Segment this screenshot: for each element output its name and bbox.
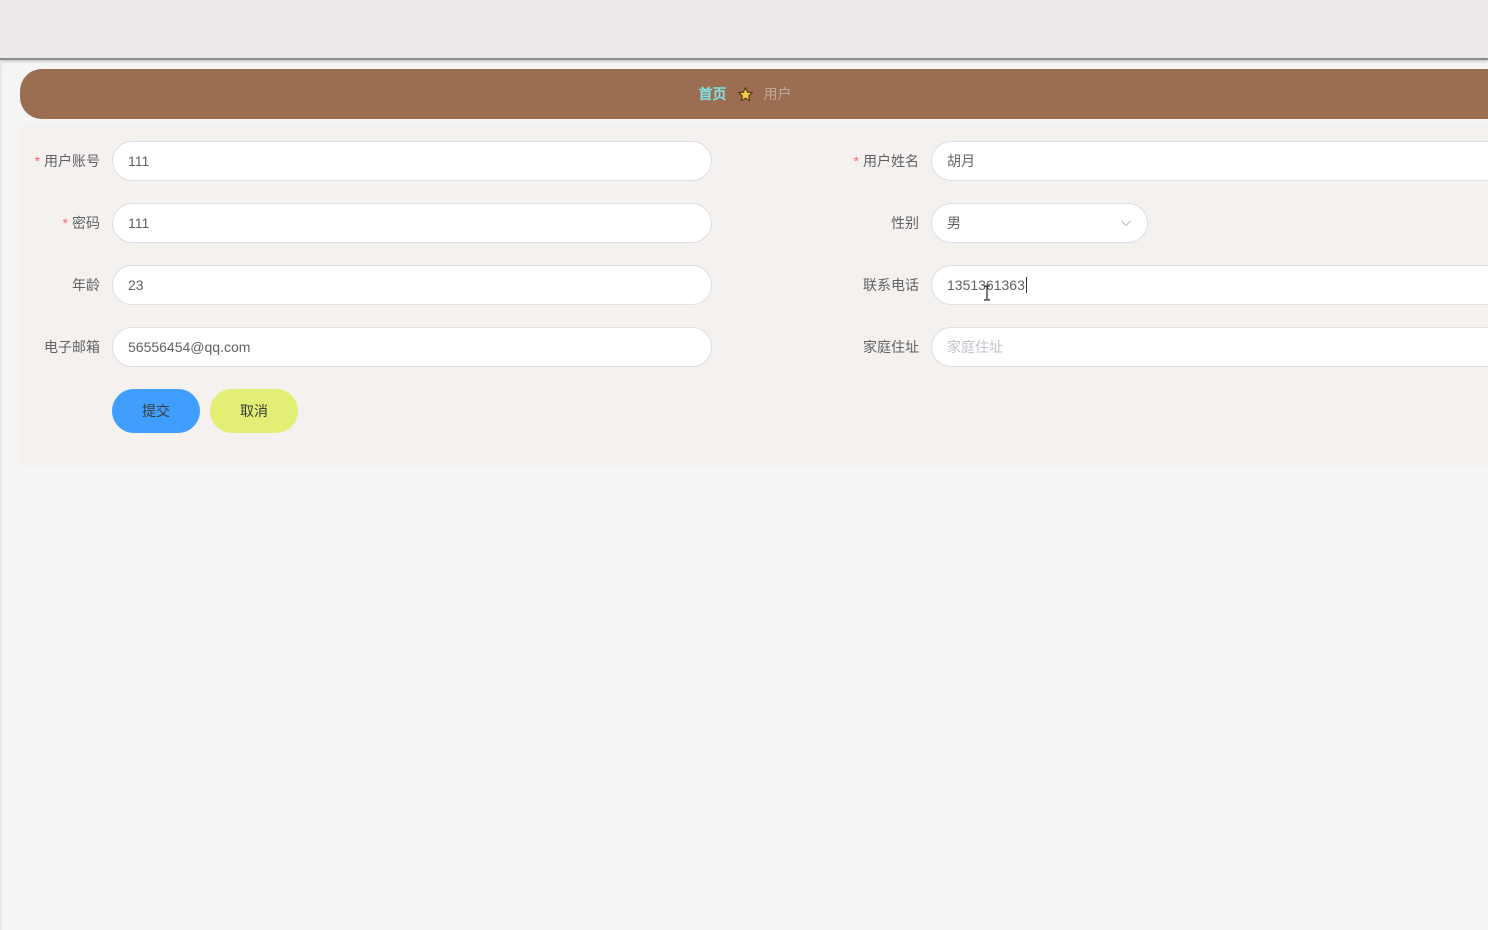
text-cursor-icon: [984, 285, 990, 301]
user-form: * 用户账号 111 * 用户姓名 胡月 * 密码 111 性别 男 年龄 23 联系…: [20, 124, 1488, 467]
gender-label: 性别: [891, 215, 919, 231]
email-input[interactable]: 56556454@qq.com: [112, 327, 712, 367]
required-mark: *: [62, 215, 68, 231]
form-row-name: * 用户姓名 胡月: [820, 141, 1488, 181]
password-label-text: 密码: [72, 215, 100, 231]
required-mark: *: [34, 153, 40, 169]
submit-button[interactable]: 提交: [112, 389, 200, 433]
email-label: 电子邮箱: [44, 339, 100, 355]
form-row-gender: 性别 男: [820, 203, 1148, 243]
breadcrumb-current: 用户: [763, 86, 792, 102]
left-edge-divider: [0, 62, 2, 930]
required-mark: *: [853, 153, 859, 169]
account-input[interactable]: 111: [112, 141, 712, 181]
account-label: * 用户账号: [20, 151, 100, 171]
account-label-text: 用户账号: [44, 153, 100, 169]
form-row-password: * 密码 111: [20, 203, 712, 243]
chevron-down-icon: [1120, 217, 1132, 229]
age-label: 年龄: [72, 277, 100, 293]
text-caret: [1025, 277, 1027, 293]
cancel-button[interactable]: 取消: [210, 389, 298, 433]
top-header-bar: [0, 0, 1488, 60]
phone-label: 联系电话: [863, 277, 919, 293]
breadcrumb: 首页 用户: [20, 69, 1488, 119]
password-label: * 密码: [20, 213, 100, 233]
gender-selected-value: 男: [947, 215, 961, 231]
form-row-phone: 联系电话 1351361363: [820, 265, 1488, 305]
age-input[interactable]: 23: [112, 265, 712, 305]
star-icon: [737, 85, 755, 103]
form-row-address: 家庭住址 家庭住址: [820, 327, 1488, 367]
address-label: 家庭住址: [863, 339, 919, 355]
form-row-email: 电子邮箱 56556454@qq.com: [20, 327, 712, 367]
gender-select[interactable]: 男: [931, 203, 1148, 243]
address-input[interactable]: 家庭住址: [931, 327, 1488, 367]
name-label-text: 用户姓名: [863, 153, 919, 169]
form-row-account: * 用户账号 111: [20, 141, 712, 181]
phone-input[interactable]: 1351361363: [931, 265, 1488, 305]
form-row-age: 年龄 23: [20, 265, 712, 305]
name-label: * 用户姓名: [820, 151, 919, 171]
breadcrumb-home-link[interactable]: 首页: [699, 84, 727, 104]
password-input[interactable]: 111: [112, 203, 712, 243]
name-input[interactable]: 胡月: [931, 141, 1488, 181]
